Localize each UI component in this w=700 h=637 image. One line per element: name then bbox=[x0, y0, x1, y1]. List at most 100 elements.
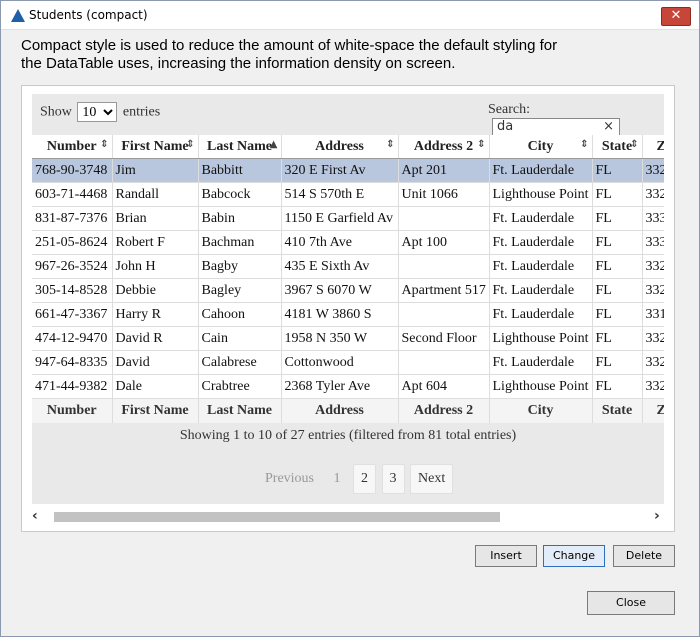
table-cell: 1958 N 350 W bbox=[281, 326, 399, 351]
table-cell bbox=[398, 350, 490, 375]
window-close-button[interactable]: ✕ bbox=[661, 7, 691, 26]
table-info: Showing 1 to 10 of 27 entries (filtered … bbox=[179, 428, 517, 443]
scroll-left-icon[interactable]: ‹ bbox=[32, 508, 38, 524]
search-clear-icon[interactable]: × bbox=[603, 119, 614, 134]
column-header-label: Address 2 bbox=[413, 138, 474, 154]
close-button[interactable]: Close bbox=[587, 591, 675, 615]
table-row[interactable]: 768-90-3748 Jim Babbitt 320 E First Av Apt 2… bbox=[32, 158, 664, 183]
close-button-label: Close bbox=[616, 596, 646, 609]
table-cell: FL bbox=[592, 206, 643, 231]
table-cell: Ft. Lauderdale bbox=[489, 158, 593, 183]
page-2-button[interactable]: 2 bbox=[353, 464, 376, 494]
dialog-window: Students (compact) ✕ Compact style is us… bbox=[0, 0, 700, 637]
table-cell: FL bbox=[592, 158, 643, 183]
change-button[interactable]: Change bbox=[543, 545, 605, 567]
pagination: Previous 1 2 3 Next bbox=[258, 464, 455, 494]
next-page-button[interactable]: Next bbox=[410, 464, 454, 494]
table-cell: 33192 bbox=[642, 302, 664, 327]
table-cell: Randall bbox=[112, 182, 199, 207]
column-header[interactable]: Zip⇕ bbox=[642, 135, 664, 159]
table-cell: Apt 604 bbox=[398, 374, 490, 399]
table-row[interactable]: 471-44-9382 Dale Crabtree 2368 Tyler Ave Apt… bbox=[32, 374, 664, 399]
table-cell: Bachman bbox=[198, 230, 282, 255]
table-cell: Ft. Lauderdale bbox=[489, 206, 593, 231]
column-header[interactable]: Last Name ▲ bbox=[198, 135, 282, 159]
table-row[interactable]: 474-12-9470 David R Cain 1958 N 350 W Second… bbox=[32, 326, 664, 351]
table-cell: 2368 Tyler Ave bbox=[281, 374, 399, 399]
sort-icon: ⇕ bbox=[186, 138, 195, 150]
description-text: Compact style is used to reduce the amou… bbox=[21, 37, 558, 72]
table-cell: Crabtree bbox=[198, 374, 282, 399]
column-header[interactable]: Number ⇕ bbox=[32, 135, 113, 159]
students-table: Number ⇕ First Name ⇕ Last Name ▲ Address ⇕ Addr… bbox=[32, 135, 664, 423]
table-cell: 514 S 570th E bbox=[281, 182, 399, 207]
table-cell: Second Floor bbox=[398, 326, 490, 351]
previous-page-button[interactable]: Previous bbox=[258, 465, 321, 493]
table-cell: Bagby bbox=[198, 254, 282, 279]
header-row: Number ⇕ First Name ⇕ Last Name ▲ Address ⇕ Addr… bbox=[32, 135, 664, 159]
column-header-label: Last Name bbox=[207, 138, 272, 154]
table-cell: FL bbox=[592, 278, 643, 303]
delete-button[interactable]: Delete bbox=[613, 545, 675, 567]
column-header-label: Number bbox=[46, 138, 97, 154]
window-title: Students (compact) bbox=[29, 8, 148, 22]
column-header[interactable]: Address ⇕ bbox=[281, 135, 399, 159]
table-cell: 33212 bbox=[642, 182, 664, 207]
table-cell: 471-44-9382 bbox=[32, 374, 113, 399]
table-cell: 33319 bbox=[642, 206, 664, 231]
table-cell: 33252 bbox=[642, 326, 664, 351]
table-cell: 1150 E Garfield Av bbox=[281, 206, 399, 231]
table-cell: 435 E Sixth Av bbox=[281, 254, 399, 279]
table-cell: Debbie bbox=[112, 278, 199, 303]
delete-button-label: Delete bbox=[625, 549, 663, 562]
table-cell: Unit 1066 bbox=[398, 182, 490, 207]
table-row[interactable]: 305-14-8528 Debbie Bagley 3967 S 6070 W Apar… bbox=[32, 278, 664, 303]
column-footer: City bbox=[489, 398, 593, 423]
sort-icon: ⇕ bbox=[386, 138, 395, 150]
table-cell: 831-87-7376 bbox=[32, 206, 113, 231]
scroll-right-icon[interactable]: › bbox=[654, 508, 660, 524]
table-cell bbox=[398, 302, 490, 327]
table-cell: 251-05-8624 bbox=[32, 230, 113, 255]
column-footer: First Name bbox=[112, 398, 199, 423]
table-cell: 33233 bbox=[642, 374, 664, 399]
page-1-button[interactable]: 1 bbox=[327, 465, 348, 493]
column-footer: Address bbox=[281, 398, 399, 423]
table-cell: David bbox=[112, 350, 199, 375]
column-footer: Number bbox=[32, 398, 113, 423]
table-cell: Lighthouse Point bbox=[489, 182, 593, 207]
table-cell: Cain bbox=[198, 326, 282, 351]
table-cell: FL bbox=[592, 182, 643, 207]
column-header[interactable]: First Name ⇕ bbox=[112, 135, 199, 159]
table-cell: 603-71-4468 bbox=[32, 182, 113, 207]
table-cell: Ft. Lauderdale bbox=[489, 278, 593, 303]
column-header-label: City bbox=[527, 138, 554, 154]
column-header[interactable]: Address 2 ⇕ bbox=[398, 135, 490, 159]
sort-icon: ⇕ bbox=[477, 138, 486, 150]
search-input-value: da bbox=[497, 119, 514, 134]
browser-panel: Show 10 entries Search: da × Number ⇕ Firs… bbox=[21, 85, 675, 532]
column-header[interactable]: City ⇕ bbox=[489, 135, 593, 159]
table-row[interactable]: 831-87-7376 Brian Babin 1150 E Garfield Av F… bbox=[32, 206, 664, 231]
insert-button[interactable]: Insert bbox=[475, 545, 537, 567]
table-row[interactable]: 947-64-8335 David Calabrese Cottonwood Ft. L… bbox=[32, 350, 664, 375]
table-cell: 4181 W 3860 S bbox=[281, 302, 399, 327]
table-cell: Cottonwood bbox=[281, 350, 399, 375]
table-row[interactable]: 251-05-8624 Robert F Bachman 410 7th Ave Apt… bbox=[32, 230, 664, 255]
table-cell: 768-90-3748 bbox=[32, 158, 113, 183]
column-header[interactable]: State ⇕ bbox=[592, 135, 643, 159]
table-cell: Babcock bbox=[198, 182, 282, 207]
table-cell: Bagley bbox=[198, 278, 282, 303]
scrollbar-thumb[interactable] bbox=[54, 512, 500, 522]
table-cell: Robert F bbox=[112, 230, 199, 255]
table-row[interactable]: 967-26-3524 John H Bagby 435 E Sixth Av Ft. … bbox=[32, 254, 664, 279]
table-row[interactable]: 661-47-3367 Harry R Cahoon 4181 W 3860 S Ft.… bbox=[32, 302, 664, 327]
table-row[interactable]: 603-71-4468 Randall Babcock 514 S 570th E Un… bbox=[32, 182, 664, 207]
column-footer: Address 2 bbox=[398, 398, 490, 423]
show-label: Show bbox=[40, 104, 72, 120]
search-label: Search: bbox=[488, 102, 530, 117]
table-cell: Dale bbox=[112, 374, 199, 399]
horizontal-scrollbar[interactable]: ‹ › bbox=[28, 508, 668, 524]
page-3-button[interactable]: 3 bbox=[381, 464, 405, 494]
entries-select[interactable]: 10 bbox=[77, 102, 118, 122]
